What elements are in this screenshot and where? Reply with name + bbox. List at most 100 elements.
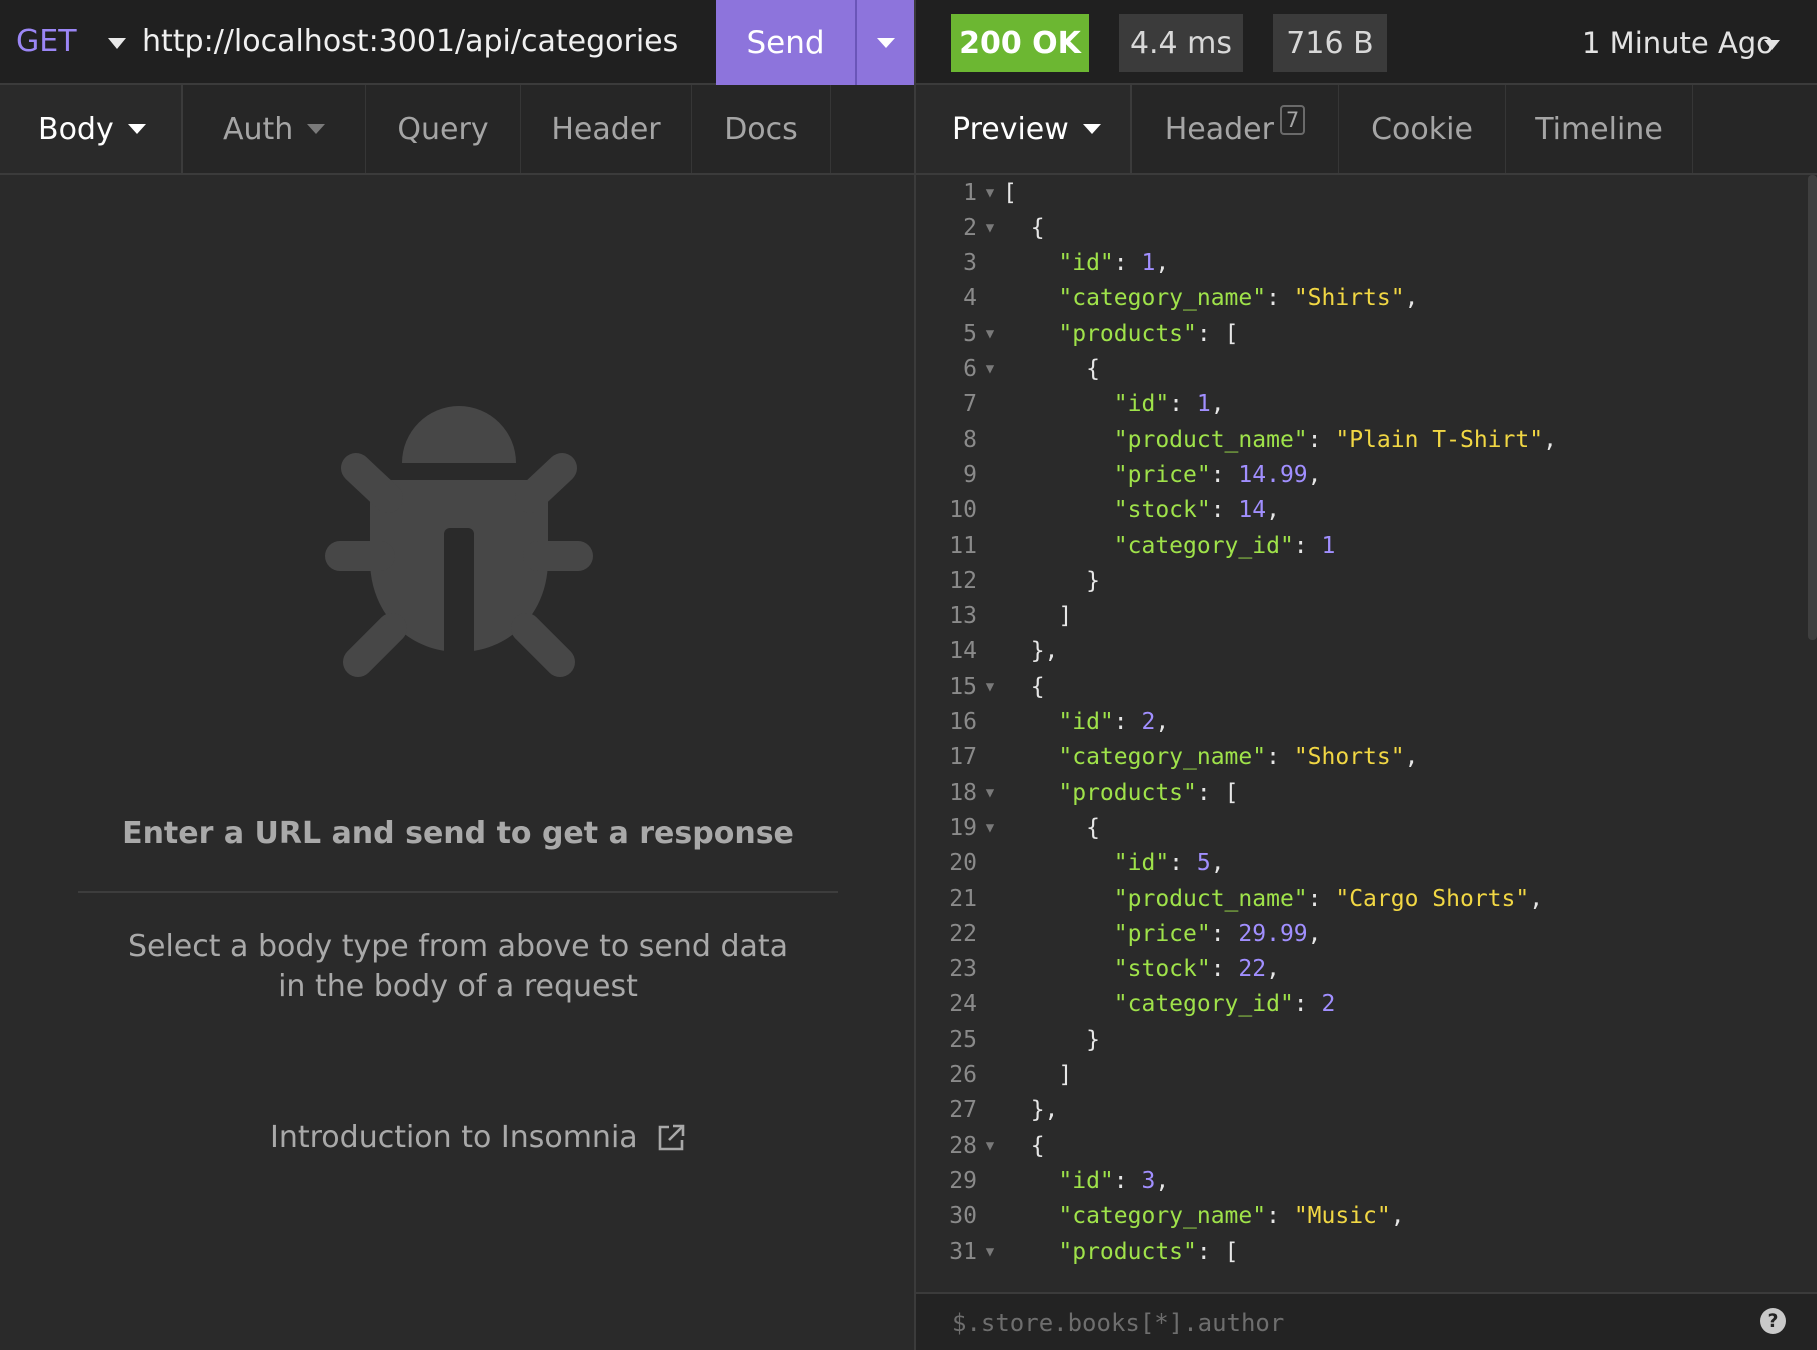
code-line: 19 ▼ {: [916, 810, 1100, 845]
response-size-badge: 716 B: [1273, 14, 1387, 72]
help-icon[interactable]: ?: [1760, 1308, 1786, 1334]
code-line: 25 }: [916, 1022, 1100, 1057]
code-text: "stock": 14,: [1113, 497, 1280, 524]
code-text: "product_name": "Cargo Shorts",: [1113, 885, 1544, 912]
response-preview[interactable]: 1 ▼[2 ▼ {3 "id": 1, 4 "category_name": "Shi…: [916, 175, 1804, 1292]
line-number: 11: [949, 532, 977, 559]
line-number: 4: [963, 285, 977, 312]
code-text: "products": [: [1058, 1238, 1239, 1265]
code-line: 4 "category_name": "Shirts",: [916, 281, 1418, 316]
tab-cookie[interactable]: Cookie: [1339, 85, 1506, 173]
code-text: "product_name": "Plain T-Shirt",: [1113, 426, 1557, 453]
fold-arrow-icon[interactable]: ▼: [977, 785, 1003, 801]
line-number: 10: [949, 497, 977, 524]
code-line: 27 },: [916, 1093, 1058, 1128]
code-text: }: [1003, 567, 1100, 594]
scrollbar[interactable]: [1808, 175, 1817, 640]
code-line: 3 "id": 1,: [916, 246, 1169, 281]
line-number: 20: [949, 850, 977, 877]
send-options-button[interactable]: [855, 0, 914, 85]
external-link-icon: [658, 1124, 684, 1150]
code-line: 5 ▼ "products": [: [916, 316, 1238, 351]
line-number: 19: [949, 814, 977, 841]
intro-link-label: Introduction to Insomnia: [270, 1120, 638, 1155]
line-number: 16: [949, 709, 977, 735]
code-line: 22 "price": 29.99,: [916, 916, 1322, 951]
tab-body[interactable]: Body: [0, 85, 183, 173]
fold-arrow-icon[interactable]: ▼: [977, 361, 1003, 377]
code-line: 1 ▼[: [916, 175, 1017, 210]
fold-arrow-icon[interactable]: ▼: [977, 820, 1003, 836]
response-filter-input[interactable]: [950, 1304, 1714, 1342]
tab-preview[interactable]: Preview: [916, 85, 1132, 173]
tab-auth-label: Auth: [223, 111, 294, 147]
code-text: }: [1003, 1026, 1100, 1053]
line-number: 3: [963, 250, 977, 277]
tab-timeline[interactable]: Timeline: [1506, 85, 1693, 173]
url-input[interactable]: http://localhost:3001/api/categories: [142, 24, 678, 59]
tab-header[interactable]: Header: [521, 85, 692, 173]
send-button[interactable]: Send: [716, 0, 855, 85]
code-text: "category_name": "Shorts",: [1058, 744, 1419, 771]
code-text: "id": 1,: [1058, 250, 1170, 277]
code-text: {: [1003, 814, 1100, 841]
code-text: "id": 3,: [1058, 1167, 1170, 1194]
line-number: 26: [949, 1062, 977, 1088]
code-text: "category_id": 2: [1113, 991, 1336, 1018]
line-number: 12: [949, 567, 977, 594]
code-text: "id": 1,: [1113, 391, 1225, 418]
code-line: 2 ▼ {: [916, 210, 1044, 245]
code-line: 15 ▼ {: [916, 669, 1045, 704]
code-line: 9 "price": 14.99,: [916, 457, 1322, 492]
code-text: "price": 29.99,: [1113, 920, 1322, 947]
code-line: 7 "id": 1,: [916, 387, 1225, 422]
tab-query[interactable]: Query: [366, 85, 521, 173]
fold-arrow-icon[interactable]: ▼: [977, 679, 1003, 695]
line-number: 30: [949, 1203, 977, 1230]
fold-arrow-icon[interactable]: ▼: [977, 1138, 1003, 1154]
code-text: {: [1003, 673, 1045, 700]
code-line: 28 ▼ {: [916, 1128, 1045, 1163]
code-line: 13 ]: [916, 599, 1072, 634]
code-line: 23 "stock": 22,: [916, 952, 1280, 987]
code-text: "price": 14.99,: [1113, 461, 1322, 488]
code-text: "id": 2,: [1058, 709, 1170, 735]
line-number: 15: [949, 673, 977, 700]
line-number: 17: [949, 744, 977, 771]
code-line: 20 "id": 5,: [916, 846, 1224, 881]
line-number: 24: [949, 991, 977, 1018]
line-number: 22: [949, 920, 977, 947]
code-line: 12 }: [916, 563, 1100, 598]
bug-icon: [325, 406, 593, 677]
tab-body-label: Body: [38, 111, 114, 147]
chevron-down-icon: [1082, 124, 1101, 134]
code-line: 14 },: [916, 634, 1058, 669]
fold-arrow-icon[interactable]: ▼: [977, 326, 1003, 342]
fold-arrow-icon[interactable]: ▼: [977, 1244, 1003, 1260]
tab-docs[interactable]: Docs: [692, 85, 831, 173]
chevron-down-icon[interactable]: [1764, 40, 1780, 50]
url-history-caret-icon[interactable]: [108, 38, 126, 49]
fold-arrow-icon[interactable]: ▼: [977, 185, 1003, 201]
line-number: 28: [949, 1132, 977, 1159]
code-line: 24 "category_id": 2: [916, 987, 1335, 1022]
code-text: [: [1003, 179, 1017, 206]
filter-bar: ?: [916, 1292, 1817, 1350]
fold-arrow-icon[interactable]: ▼: [977, 220, 1003, 236]
chevron-down-icon: [307, 124, 326, 134]
code-text: {: [1003, 1132, 1045, 1159]
code-text: "products": [: [1058, 779, 1239, 806]
tab-auth[interactable]: Auth: [183, 85, 366, 173]
code-line: 26 ]: [916, 1058, 1072, 1093]
response-history-dropdown[interactable]: 1 Minute Ago: [1582, 26, 1774, 60]
empty-state-description: Select a body type from above to send da…: [127, 929, 789, 1004]
method-selector[interactable]: GET: [16, 24, 77, 59]
code-line: 8 "product_name": "Plain T-Shirt",: [916, 422, 1557, 457]
line-number: 7: [963, 391, 977, 418]
code-text: ]: [1003, 1062, 1073, 1088]
code-text: "category_name": "Shirts",: [1058, 285, 1419, 312]
code-text: "stock": 22,: [1113, 956, 1280, 983]
code-line: 10 "stock": 14,: [916, 493, 1280, 528]
tab-response-header[interactable]: Header 7: [1132, 85, 1339, 173]
intro-link[interactable]: Introduction to Insomnia: [270, 1120, 686, 1155]
